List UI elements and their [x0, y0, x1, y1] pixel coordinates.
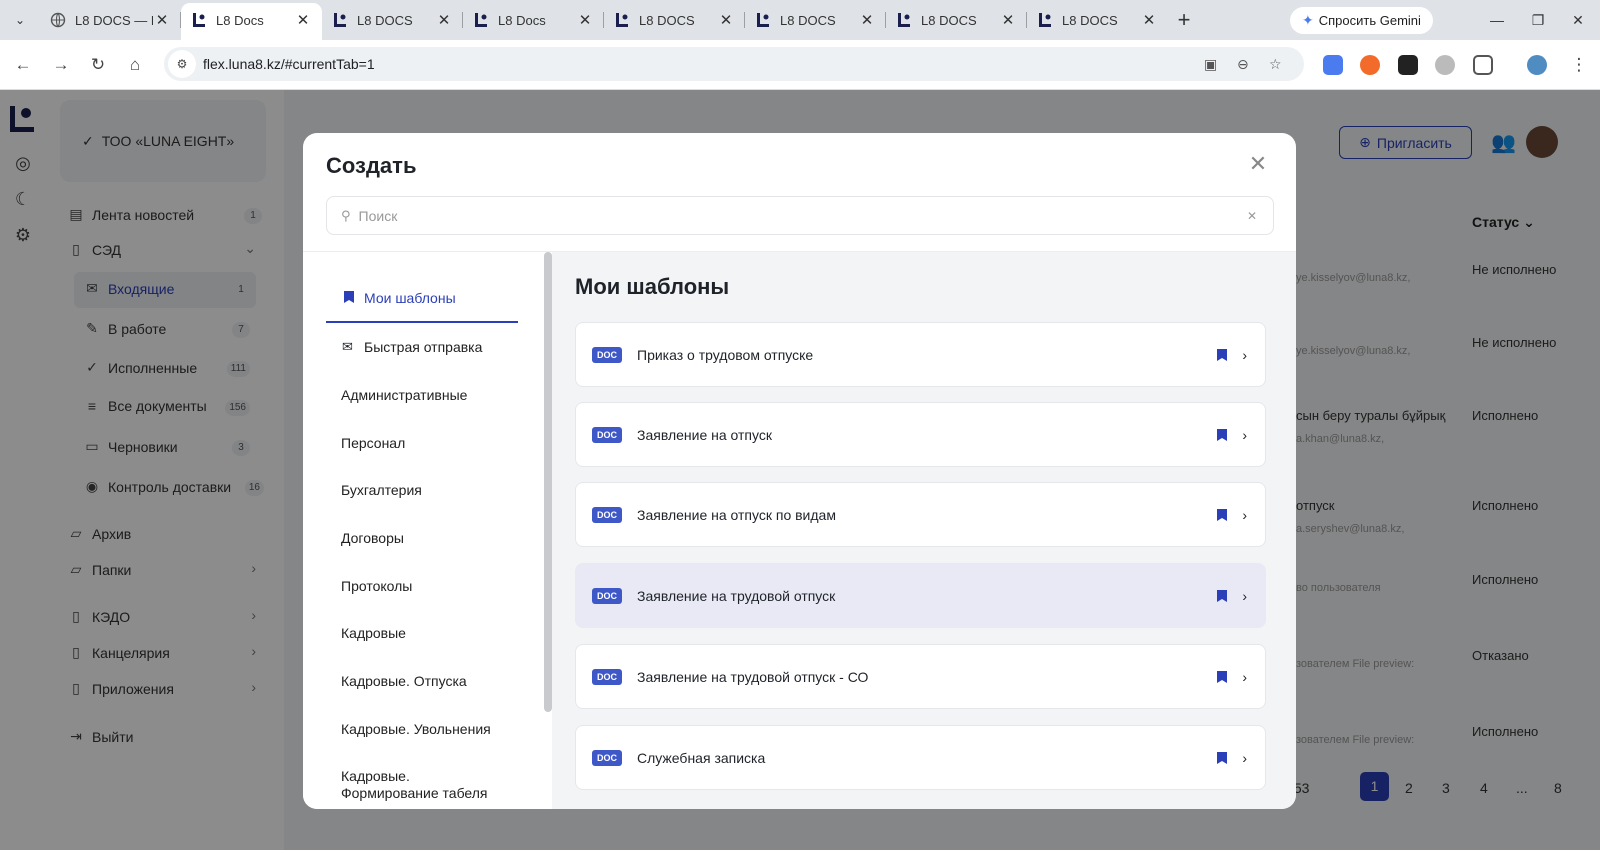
restore-icon[interactable]: ❐ — [1518, 0, 1558, 40]
extension-dark-icon[interactable] — [1398, 55, 1418, 75]
bookmark-star-icon[interactable]: ☆ — [1269, 56, 1282, 73]
extension-globe-icon[interactable] — [1435, 55, 1455, 75]
category-protocols[interactable]: Протоколы — [341, 578, 521, 595]
doc-badge: DOC — [592, 426, 622, 443]
category-hr[interactable]: Кадровые — [341, 625, 521, 642]
back-icon[interactable]: ← — [10, 52, 36, 78]
create-modal: Создать ✕ ⚲ ✕ Мои шаблоны ✉ Быстрая отпр… — [303, 133, 1296, 809]
close-window-icon[interactable]: ✕ — [1558, 0, 1598, 40]
browser-tab-1[interactable]: L8 Docs ✕ — [181, 3, 322, 40]
browser-tab-3[interactable]: L8 Docs ✕ — [463, 3, 604, 37]
template-card[interactable]: DOC Служебная записка › — [575, 725, 1266, 790]
category-accounting[interactable]: Бухгалтерия — [341, 482, 521, 499]
address-bar: ← → ↻ ⌂ ⚙ flex.luna8.kz/#currentTab=1 ▣ … — [0, 40, 1600, 90]
bookmark-icon[interactable] — [1215, 670, 1229, 684]
l8-logo-icon — [473, 12, 489, 28]
profile-avatar-icon[interactable] — [1527, 55, 1547, 75]
close-tab-icon[interactable]: ✕ — [1140, 11, 1158, 29]
home-icon[interactable]: ⌂ — [122, 52, 148, 78]
l8-logo-icon — [614, 12, 630, 28]
bookmark-icon[interactable] — [1215, 348, 1229, 362]
templates-panel: Мои шаблоны DOC Приказ о трудовом отпуск… — [552, 252, 1296, 809]
chevron-right-icon: › — [1242, 506, 1247, 523]
category-hr-vacations[interactable]: Кадровые. Отпуска — [341, 673, 521, 690]
category-quick-send[interactable]: Быстрая отправка — [364, 339, 544, 356]
browser-tab-7[interactable]: L8 DOCS ✕ — [1027, 3, 1168, 37]
forward-icon[interactable]: → — [48, 52, 74, 78]
doc-badge: DOC — [592, 749, 622, 766]
templates-title: Мои шаблоны — [575, 274, 730, 299]
zoom-icon[interactable]: ⊖ — [1237, 56, 1249, 73]
url-bar[interactable]: ⚙ flex.luna8.kz/#currentTab=1 ▣ ⊖ ☆ — [164, 47, 1304, 81]
globe-icon — [50, 12, 66, 28]
template-card[interactable]: DOC Заявление на отпуск по видам › — [575, 482, 1266, 547]
modal-search: ⚲ ✕ — [326, 196, 1274, 235]
bookmark-icon[interactable] — [1215, 751, 1229, 765]
close-tab-icon[interactable]: ✕ — [717, 11, 735, 29]
l8-logo-icon — [1037, 12, 1053, 28]
category-list: Мои шаблоны ✉ Быстрая отправка Администр… — [303, 252, 552, 809]
browser-tabbar: ⌄ L8 DOCS — L ✕ L8 Docs ✕ L8 DOCS ✕ L8 D… — [0, 0, 1600, 40]
close-tab-icon[interactable]: ✕ — [999, 11, 1017, 29]
tab-search-icon[interactable]: ⌄ — [0, 0, 40, 40]
bookmark-icon[interactable] — [1215, 428, 1229, 442]
new-tab-button[interactable]: + — [1168, 3, 1200, 37]
category-contracts[interactable]: Договоры — [341, 530, 521, 547]
gemini-button[interactable]: ✦ Спросить Gemini — [1290, 7, 1433, 34]
bookmark-icon — [342, 290, 356, 307]
modal-title: Создать — [326, 153, 417, 178]
clear-icon[interactable]: ✕ — [1247, 209, 1257, 223]
reload-icon[interactable]: ↻ — [85, 52, 111, 78]
l8-logo-icon — [191, 12, 207, 28]
sparkle-icon: ✦ — [1302, 12, 1314, 28]
template-card[interactable]: DOC Заявление на трудовой отпуск - СО › — [575, 644, 1266, 709]
extension-orange-icon[interactable] — [1360, 55, 1380, 75]
close-tab-icon[interactable]: ✕ — [435, 11, 453, 29]
search-input[interactable] — [358, 207, 1239, 224]
chevron-right-icon: › — [1242, 346, 1247, 363]
browser-tab-5[interactable]: L8 DOCS ✕ — [745, 3, 886, 37]
close-tab-icon[interactable]: ✕ — [576, 11, 594, 29]
chevron-right-icon: › — [1242, 749, 1247, 766]
l8-logo-icon — [755, 12, 771, 28]
template-card[interactable]: DOC Заявление на отпуск › — [575, 402, 1266, 467]
bookmark-icon[interactable] — [1215, 589, 1229, 603]
bookmark-icon[interactable] — [1215, 508, 1229, 522]
close-tab-icon[interactable]: ✕ — [294, 11, 312, 29]
chevron-right-icon: › — [1242, 426, 1247, 443]
category-my-templates[interactable]: Мои шаблоны — [364, 290, 544, 307]
template-card-hovered[interactable]: DOC Заявление на трудовой отпуск › — [575, 563, 1266, 628]
doc-badge: DOC — [592, 668, 622, 685]
doc-badge: DOC — [592, 587, 622, 604]
close-tab-icon[interactable]: ✕ — [858, 11, 876, 29]
category-scrollbar[interactable] — [544, 252, 552, 712]
active-tab-indicator — [326, 321, 518, 323]
close-icon[interactable]: ✕ — [1245, 151, 1271, 177]
category-personnel[interactable]: Персонал — [341, 435, 521, 452]
browser-tab-4[interactable]: L8 DOCS ✕ — [604, 3, 745, 37]
mail-icon: ✉ — [342, 339, 353, 354]
translate-icon[interactable]: ▣ — [1204, 56, 1217, 73]
search-icon: ⚲ — [341, 207, 351, 223]
browser-tab-0[interactable]: L8 DOCS — L ✕ — [40, 3, 181, 37]
doc-badge: DOC — [592, 346, 622, 363]
doc-badge: DOC — [592, 506, 622, 523]
site-info-icon[interactable]: ⚙ — [168, 50, 196, 78]
l8-logo-icon — [896, 12, 912, 28]
browser-tab-2[interactable]: L8 DOCS ✕ — [322, 3, 463, 37]
category-hr-dismissals[interactable]: Кадровые. Увольнения — [341, 721, 521, 738]
template-card[interactable]: DOC Приказ о трудовом отпуске › — [575, 322, 1266, 387]
minimize-icon[interactable]: — — [1477, 0, 1517, 40]
translate-extension-icon[interactable] — [1323, 55, 1343, 75]
close-tab-icon[interactable]: ✕ — [153, 11, 171, 29]
browser-tab-6[interactable]: L8 DOCS ✕ — [886, 3, 1027, 37]
chevron-right-icon: › — [1242, 587, 1247, 604]
category-hr-timesheet[interactable]: Кадровые. Формирование табеля — [341, 768, 506, 802]
extensions-puzzle-icon[interactable] — [1473, 55, 1493, 75]
l8-logo-icon — [332, 12, 348, 28]
chevron-right-icon: › — [1242, 668, 1247, 685]
menu-dots-icon[interactable]: ⋮ — [1566, 52, 1592, 78]
category-administrative[interactable]: Административные — [341, 387, 521, 404]
